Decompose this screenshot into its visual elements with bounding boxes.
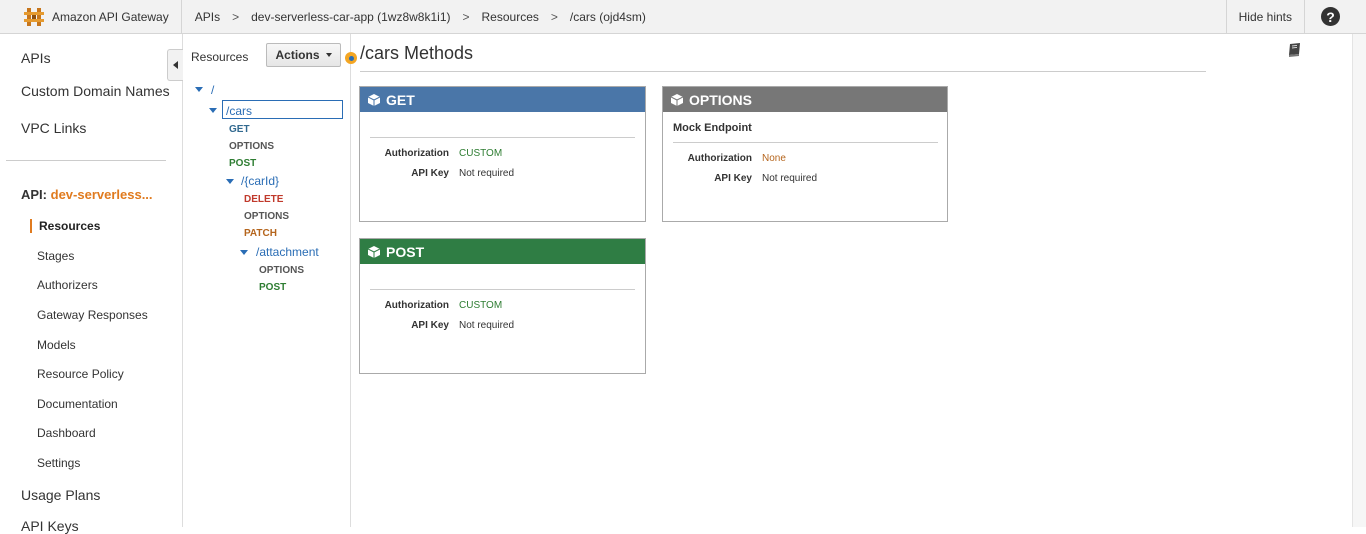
sidebar-item-documentation[interactable]: Documentation (37, 397, 118, 411)
expand-cars-icon[interactable] (209, 108, 217, 113)
method-card-header[interactable]: POST (360, 239, 645, 264)
method-name: GET (386, 91, 415, 108)
service-name: Amazon API Gateway (52, 9, 169, 24)
help-icon: ? (1321, 7, 1340, 26)
sidebar-item-stages[interactable]: Stages (37, 249, 74, 263)
tree-resource-carid[interactable]: /{carId} (241, 174, 279, 188)
authorization-value: CUSTOM (459, 300, 503, 311)
api-name-label: dev-serverless... (50, 187, 153, 202)
topbar-right-actions: Hide hints ? (1225, 0, 1366, 34)
active-indicator (30, 219, 32, 233)
api-key-value: Not required (459, 168, 515, 179)
api-key-label: API Key (411, 320, 449, 331)
expand-root-icon[interactable] (195, 87, 203, 92)
breadcrumb-separator: > (462, 9, 470, 24)
breadcrumb-current-resource: /cars (ojd4sm) (569, 9, 646, 24)
tree-method-options[interactable]: OPTIONS (244, 211, 289, 222)
sidebar: APIs Custom Domain Names VPC Links API: … (0, 34, 183, 534)
resources-panel: Resources Actions / /cars GET OPTIONS PO… (183, 34, 351, 527)
tree-method-post[interactable]: POST (259, 282, 286, 293)
sidebar-item-dashboard[interactable]: Dashboard (37, 426, 96, 440)
title-divider (360, 71, 1206, 72)
cube-icon (368, 93, 380, 106)
sidebar-item-resource-policy[interactable]: Resource Policy (37, 367, 124, 381)
cube-icon (368, 245, 380, 258)
divider (673, 142, 938, 143)
expand-attachment-icon[interactable] (240, 250, 248, 255)
divider (370, 137, 635, 138)
breadcrumb-api-name[interactable]: dev-serverless-car-app (1wz8w8k1i1) (251, 10, 450, 24)
method-card-header[interactable]: GET (360, 87, 645, 112)
breadcrumb: APIs > dev-serverless-car-app (1wz8w8k1i… (182, 0, 646, 34)
help-button[interactable]: ? (1304, 0, 1366, 34)
method-name: OPTIONS (689, 91, 753, 108)
tree-resource-cars[interactable]: /cars (226, 104, 252, 118)
api-key-value: Not required (762, 173, 818, 184)
sidebar-divider (6, 160, 166, 161)
breadcrumb-apis[interactable]: APIs (195, 10, 220, 24)
method-name: POST (386, 243, 425, 260)
breadcrumb-separator: > (550, 9, 558, 24)
tree-resource-attachment[interactable]: /attachment (256, 245, 319, 259)
method-card-options[interactable]: OPTIONS Mock Endpoint Authorization None… (662, 86, 948, 222)
sidebar-item-api-keys[interactable]: API Keys (21, 518, 79, 534)
service-brand[interactable]: Amazon API Gateway (0, 0, 182, 34)
api-prefix-label: API: (21, 187, 47, 202)
hint-marker-icon[interactable] (345, 52, 357, 64)
tree-method-patch[interactable]: PATCH (244, 228, 277, 239)
page-scrollbar[interactable] (1352, 34, 1366, 527)
tree-method-options[interactable]: OPTIONS (229, 141, 274, 152)
api-key-label: API Key (411, 168, 449, 179)
sidebar-item-models[interactable]: Models (37, 338, 76, 352)
authorization-label: Authorization (384, 148, 449, 159)
tree-method-post[interactable]: POST (229, 158, 256, 169)
documentation-book-icon[interactable] (1287, 42, 1302, 57)
sidebar-item-apis[interactable]: APIs (21, 50, 51, 66)
sidebar-item-vpc-links[interactable]: VPC Links (21, 120, 86, 136)
resources-panel-title: Resources (191, 50, 249, 64)
authorization-value: None (762, 153, 786, 164)
page-title: /cars Methods (360, 43, 474, 63)
actions-label: Actions (275, 48, 320, 62)
collapse-sidebar-button[interactable] (167, 49, 183, 81)
breadcrumb-separator: > (232, 9, 240, 24)
authorization-value: CUSTOM (459, 148, 503, 159)
top-navigation-bar: Amazon API Gateway APIs > dev-serverless… (0, 0, 1366, 34)
collapse-left-icon (173, 61, 178, 69)
breadcrumb-resources[interactable]: Resources (482, 10, 539, 24)
sidebar-item-settings[interactable]: Settings (37, 456, 80, 470)
hide-hints-button[interactable]: Hide hints (1225, 0, 1304, 34)
sidebar-item-usage-plans[interactable]: Usage Plans (21, 487, 100, 503)
api-key-value: Not required (459, 320, 515, 331)
tree-method-delete[interactable]: DELETE (244, 194, 283, 205)
caret-down-icon (325, 53, 332, 57)
actions-dropdown-button[interactable]: Actions (266, 43, 341, 67)
sidebar-item-authorizers[interactable]: Authorizers (37, 278, 98, 292)
api-gateway-logo-icon (24, 7, 44, 26)
tree-method-get[interactable]: GET (229, 124, 250, 135)
sidebar-item-custom-domain-names[interactable]: Custom Domain Names (21, 83, 170, 99)
authorization-label: Authorization (384, 300, 449, 311)
authorization-label: Authorization (687, 153, 752, 164)
sidebar-item-gateway-responses[interactable]: Gateway Responses (37, 308, 148, 322)
sidebar-api-header[interactable]: API: dev-serverless... (21, 187, 153, 202)
method-card-header[interactable]: OPTIONS (663, 87, 947, 112)
expand-carid-icon[interactable] (226, 179, 234, 184)
method-card-get[interactable]: GET Authorization CUSTOM API Key Not req… (359, 86, 646, 222)
cube-icon (671, 93, 683, 106)
tree-method-options[interactable]: OPTIONS (259, 265, 304, 276)
tree-resource-root[interactable]: / (211, 83, 214, 97)
divider (370, 289, 635, 290)
integration-type-label: Mock Endpoint (673, 122, 752, 134)
method-card-post[interactable]: POST Authorization CUSTOM API Key Not re… (359, 238, 646, 374)
sidebar-item-resources[interactable]: Resources (39, 219, 100, 233)
api-key-label: API Key (714, 173, 752, 184)
